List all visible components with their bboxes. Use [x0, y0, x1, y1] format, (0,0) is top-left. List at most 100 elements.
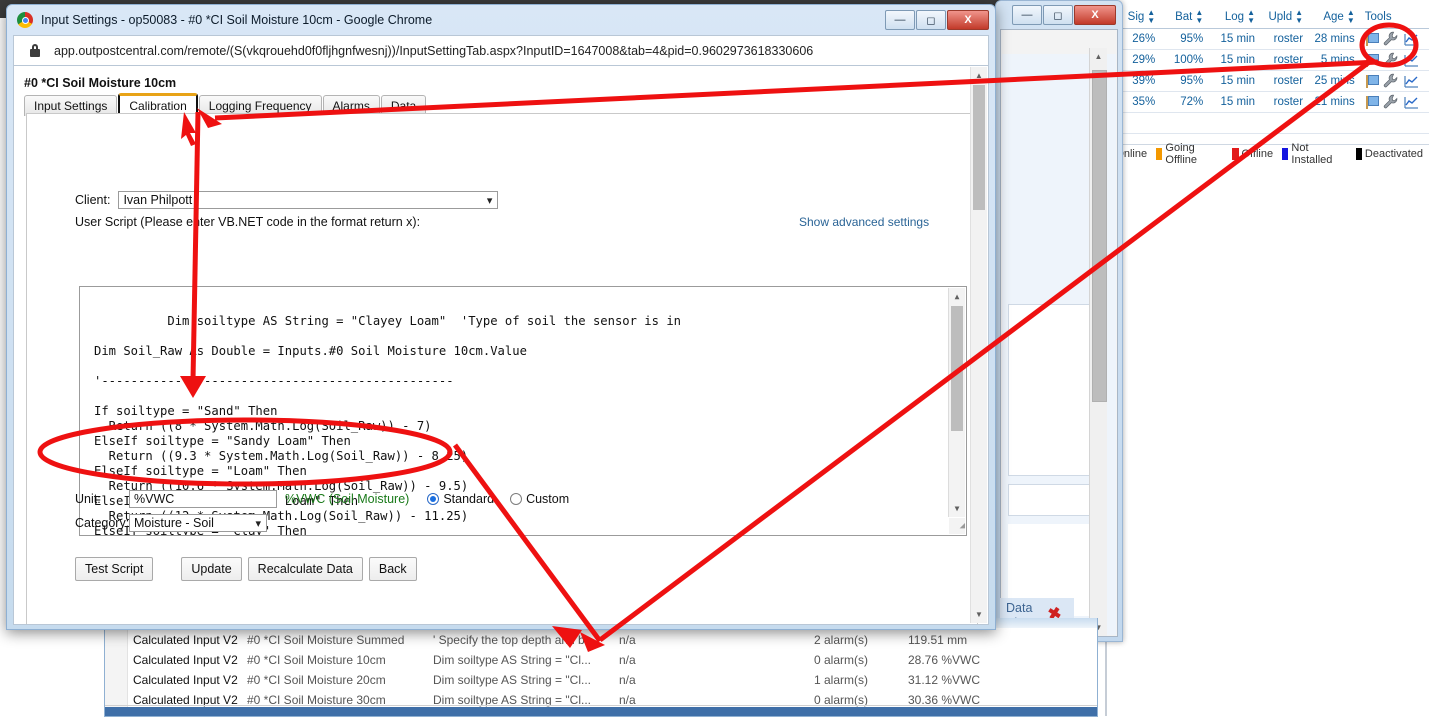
table-row[interactable]: Calculated Input V2 #0 *CI Soil Moisture… — [133, 670, 1091, 690]
chevron-down-icon: ▾ — [255, 517, 261, 530]
page-scrollbar[interactable]: ▲ ▼ — [970, 67, 987, 623]
input-value: 31.12 %VWC — [908, 673, 1018, 687]
chrome-titlebar[interactable]: Input Settings - op50083 - #0 *CI Soil M… — [7, 5, 995, 35]
update-button[interactable]: Update — [181, 557, 241, 581]
script-editor-scrollbar[interactable]: ▲ ▼ — [948, 288, 965, 517]
input-script: Dim soiltype AS String = "Cl... — [433, 653, 619, 667]
device-tools — [1359, 73, 1429, 89]
column-header-bat[interactable]: Bat ▲▼ — [1159, 9, 1207, 25]
input-alarms: 2 alarm(s) — [814, 633, 908, 647]
chrome-window[interactable]: Input Settings - op50083 - #0 *CI Soil M… — [6, 4, 996, 630]
device-bat: 72% — [1159, 96, 1207, 108]
legend-label-deactivated: Deactivated — [1365, 148, 1423, 160]
column-header-upld[interactable]: Upld ▲▼ — [1259, 9, 1307, 25]
column-header-log[interactable]: Log ▲▼ — [1207, 9, 1259, 25]
legend-swatch-offline — [1232, 148, 1238, 160]
unit-field-row: Unit: %VWC %VWC (Soil Moisture) Standard… — [75, 490, 569, 508]
sort-icon: ▲▼ — [1195, 9, 1203, 25]
taskbar-strip — [105, 707, 1097, 716]
client-select[interactable]: Ivan Philpott ▾ — [118, 191, 498, 209]
column-label-log: Log — [1225, 11, 1244, 23]
device-tools — [1359, 31, 1429, 47]
column-header-age[interactable]: Age ▲▼ — [1307, 9, 1359, 25]
status-legend: Online Going Offline Offline Not Install… — [1106, 144, 1429, 163]
flag-icon[interactable] — [1365, 75, 1378, 88]
sort-icon: ▲▼ — [1247, 9, 1255, 25]
device-row[interactable]: 29% 100% 15 min roster 5 mins — [1113, 50, 1429, 71]
background-window-scrollbar[interactable]: ▲ ▼ — [1089, 48, 1107, 636]
scroll-thumb[interactable] — [973, 85, 985, 210]
maximize-button[interactable]: ◻ — [1043, 5, 1073, 25]
data-sheet-label-line1: Data — [1006, 601, 1032, 615]
wrench-icon[interactable] — [1383, 73, 1399, 89]
unit-standard-option[interactable]: Standard — [427, 492, 494, 506]
wrench-icon[interactable] — [1383, 31, 1399, 47]
scroll-down-arrow[interactable]: ▼ — [971, 606, 987, 623]
scroll-up-arrow[interactable]: ▲ — [1090, 48, 1107, 65]
show-advanced-settings-link[interactable]: Show advanced settings — [799, 215, 929, 229]
input-list-gutter — [105, 628, 128, 716]
minimize-button[interactable]: — — [1012, 5, 1042, 25]
address-bar[interactable]: app.outpostcentral.com/remote/(S(vkqroue… — [13, 35, 989, 66]
test-script-button[interactable]: Test Script — [75, 557, 153, 581]
category-field-row: Category: Moisture - Soil ▾ — [75, 514, 267, 532]
script-label: User Script (Please enter VB.NET code in… — [75, 215, 420, 229]
script-label-row: User Script (Please enter VB.NET code in… — [75, 215, 420, 229]
unit-input[interactable]: %VWC — [129, 490, 277, 508]
device-table-header: Sig ▲▼ Bat ▲▼ Log ▲▼ Upld ▲▼ — [1113, 6, 1429, 29]
chart-icon[interactable] — [1404, 75, 1419, 88]
table-row[interactable]: Calculated Input V2 #0 *CI Soil Moisture… — [133, 630, 1091, 650]
column-label-sig: Sig — [1128, 11, 1145, 23]
wrench-icon[interactable] — [1383, 94, 1399, 110]
wrench-icon[interactable] — [1383, 52, 1399, 68]
device-row[interactable]: 26% 95% 15 min roster 28 mins — [1113, 29, 1429, 50]
input-upld: n/a — [619, 633, 814, 647]
scroll-up-arrow[interactable]: ▲ — [949, 288, 965, 305]
chart-icon[interactable] — [1404, 96, 1419, 109]
legend-label-offline: Offline — [1242, 148, 1274, 160]
input-upld: n/a — [619, 653, 814, 667]
close-button[interactable]: X — [1074, 5, 1116, 25]
device-row[interactable]: 35% 72% 15 min roster 21 mins — [1113, 92, 1429, 113]
flag-icon[interactable] — [1365, 96, 1378, 109]
flag-icon[interactable] — [1365, 33, 1378, 46]
sort-icon: ▲▼ — [1347, 9, 1355, 25]
unit-hint: %VWC (Soil Moisture) — [285, 492, 409, 506]
resize-grip-icon[interactable]: ◢ — [949, 518, 965, 534]
category-select[interactable]: Moisture - Soil ▾ — [129, 514, 267, 532]
radio-standard[interactable] — [427, 493, 439, 505]
unit-custom-option[interactable]: Custom — [510, 492, 569, 506]
unit-custom-label: Custom — [526, 492, 569, 506]
device-age: 21 mins — [1307, 96, 1359, 108]
input-name: #0 *CI Soil Moisture 10cm — [247, 653, 433, 667]
device-upld: roster — [1259, 54, 1307, 66]
legend-label-not-installed: Not Installed — [1291, 142, 1346, 166]
table-bottom-rule — [105, 705, 1097, 706]
maximize-button[interactable]: ◻ — [916, 10, 946, 30]
chart-icon[interactable] — [1404, 54, 1419, 67]
chart-icon[interactable] — [1404, 33, 1419, 46]
input-script: ' Specify the top depth and b... — [433, 633, 619, 647]
device-upld: roster — [1259, 75, 1307, 87]
device-row[interactable]: 39% 95% 15 min roster 25 mins — [1113, 71, 1429, 92]
scroll-thumb[interactable] — [1092, 70, 1107, 402]
input-type: Calculated Input V2 — [133, 633, 247, 647]
scroll-thumb[interactable] — [951, 306, 963, 431]
url-text[interactable]: app.outpostcentral.com/remote/(S(vkqroue… — [54, 44, 813, 58]
unit-value: %VWC — [134, 492, 174, 506]
column-header-tools: Tools — [1359, 11, 1429, 23]
table-row[interactable]: Calculated Input V2 #0 *CI Soil Moisture… — [133, 650, 1091, 670]
page-title: #0 *CI Soil Moisture 10cm — [24, 76, 176, 90]
radio-custom[interactable] — [510, 493, 522, 505]
client-value: Ivan Philpott — [123, 193, 192, 207]
close-button[interactable]: X — [947, 10, 989, 30]
recalculate-data-button[interactable]: Recalculate Data — [248, 557, 363, 581]
scroll-down-arrow[interactable]: ▼ — [949, 500, 965, 517]
device-log: 15 min — [1207, 54, 1259, 66]
scroll-up-arrow[interactable]: ▲ — [971, 67, 987, 84]
legend-swatch-going-offline — [1156, 148, 1162, 160]
flag-icon[interactable] — [1365, 54, 1378, 67]
device-bat: 95% — [1159, 33, 1207, 45]
minimize-button[interactable]: — — [885, 10, 915, 30]
back-button[interactable]: Back — [369, 557, 417, 581]
